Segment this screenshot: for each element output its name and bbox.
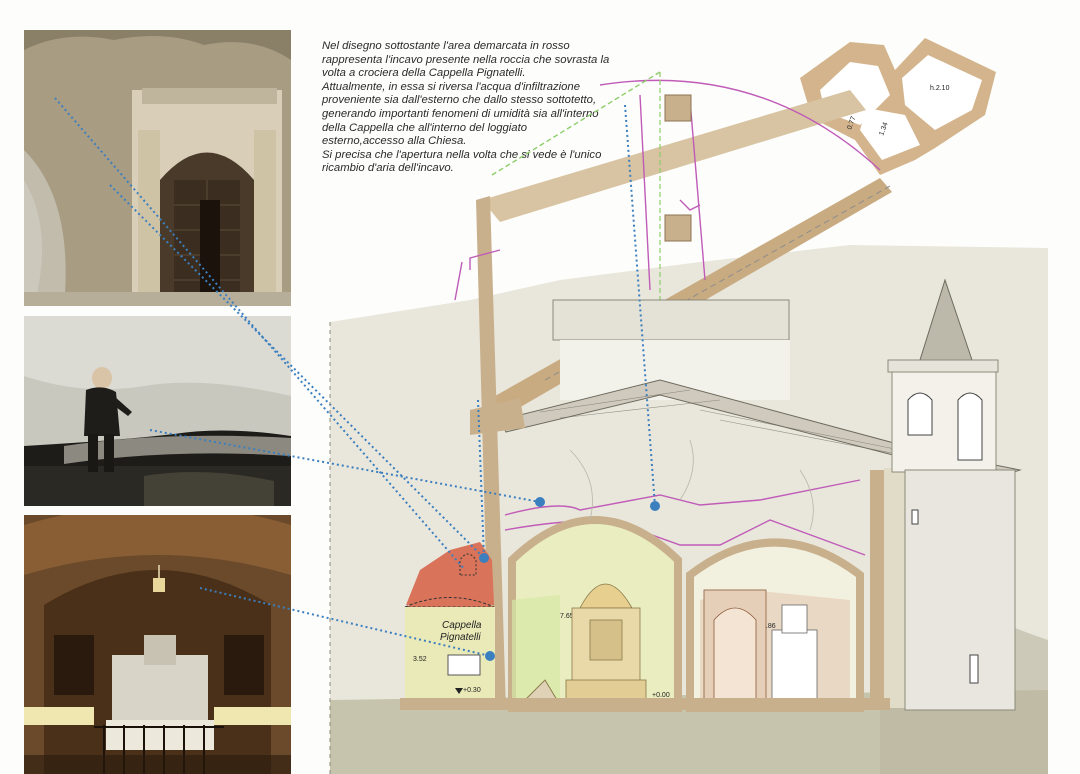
right-wall [870, 470, 886, 710]
floor-slab [400, 698, 890, 710]
level-center: +0.00 [652, 692, 670, 699]
cappella-label-2: Pignatelli [440, 632, 481, 643]
shaft-upper [664, 94, 692, 122]
cappella-label-1: Cappella [442, 620, 482, 631]
level-left: +0.30 [463, 687, 481, 694]
architectural-section: h.2.10 0.77 1.34 Cappella Pignatelli 3.5… [54, 38, 1048, 774]
plan-height-label: h.2.10 [930, 85, 950, 92]
shaft-lower [664, 214, 692, 242]
side-portal [703, 589, 818, 703]
height-left: 3.52 [413, 656, 427, 663]
upper-loggia-roof [552, 299, 790, 341]
